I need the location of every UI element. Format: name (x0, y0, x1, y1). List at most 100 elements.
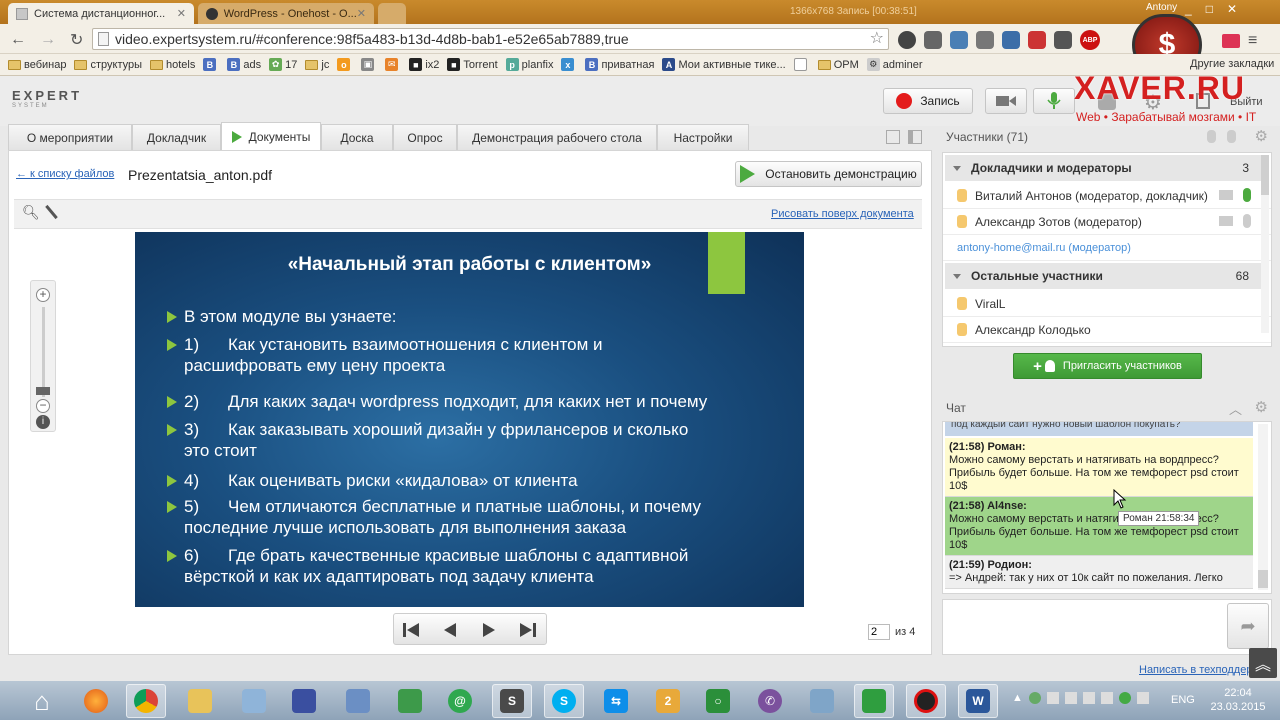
chat-settings-icon[interactable]: ⚙ (1255, 398, 1268, 416)
taskbar-app-badge[interactable]: 2 (648, 684, 688, 718)
adblock-icon[interactable]: ABP (1080, 30, 1100, 50)
cloud-extension-icon[interactable] (898, 31, 916, 49)
back-to-files-link[interactable]: ← к списку файлов (16, 168, 114, 180)
taskbar-sublime[interactable]: S (492, 684, 532, 718)
reload-icon[interactable]: ↻ (70, 30, 83, 50)
scrollbar-thumb[interactable] (1261, 155, 1269, 195)
participant-row[interactable]: Александр Колодько (943, 317, 1271, 343)
bookmark-img[interactable]: ▣ (361, 58, 377, 71)
chat-input[interactable] (942, 599, 1272, 655)
bookmark-opm[interactable]: OPM (817, 59, 859, 71)
browser-tab-conference[interactable]: Система дистанционног... ✕ (8, 3, 194, 24)
mic-icon[interactable] (1243, 214, 1251, 228)
share-extension-icon[interactable] (1002, 31, 1020, 49)
scroll-top-icon[interactable]: ︽ (1249, 648, 1277, 678)
tray-flag-icon[interactable] (1064, 692, 1077, 704)
participant-row[interactable]: Виталий Антонов (модератор, докладчик) (943, 183, 1271, 209)
zoom-out-icon[interactable]: − (36, 399, 50, 413)
invite-participants-button[interactable]: + Пригласить участников (1013, 353, 1202, 379)
taskbar-firefox[interactable] (76, 684, 116, 718)
participants-scrollbar[interactable] (1261, 155, 1269, 333)
taskbar-transfer[interactable] (390, 684, 430, 718)
tab-about-event[interactable]: О мероприятии (8, 124, 132, 150)
new-tab-button[interactable] (378, 3, 406, 24)
image-extension-icon[interactable] (1028, 31, 1046, 49)
keyboard-language[interactable]: ENG (1171, 694, 1195, 706)
record-button[interactable]: Запись (883, 88, 973, 114)
participant-row[interactable]: Александр Зотов (модератор) (943, 209, 1271, 235)
tab-documents[interactable]: Документы (221, 122, 321, 150)
tray-expand-icon[interactable]: ▲ (1012, 692, 1023, 704)
bookmark-torrent[interactable]: ■ Torrent (447, 58, 498, 71)
taskbar-skype[interactable]: S (544, 684, 584, 718)
collapse-chat-icon[interactable]: ︿ (1229, 399, 1242, 418)
bookmark-planfix[interactable]: p planfix (505, 58, 553, 71)
taskbar-save[interactable] (284, 684, 324, 718)
page-number-input[interactable] (868, 624, 890, 640)
maximize-button[interactable]: □ (1206, 2, 1213, 16)
taskbar-teamviewer[interactable]: ⇆ (596, 684, 636, 718)
taskbar-virtualbox[interactable] (234, 684, 274, 718)
tab-desktop-demo[interactable]: Демонстрация рабочего стола (457, 124, 657, 150)
tray-display-icon[interactable] (1046, 692, 1059, 704)
forward-arrow-icon[interactable]: → (40, 31, 56, 49)
zoom-handle[interactable] (36, 387, 50, 395)
clock[interactable]: 22:04 23.03.2015 (1202, 686, 1274, 714)
participants-settings-icon[interactable]: ⚙ (1255, 127, 1268, 145)
browser-tab-wordpress[interactable]: WordPress - Onehost - O... ✕ (198, 3, 374, 24)
draw-over-document-link[interactable]: Рисовать поверх документа (771, 208, 914, 220)
close-window-button[interactable]: ✕ (1227, 2, 1237, 16)
camera-icon[interactable] (1219, 190, 1233, 200)
tab-settings[interactable]: Настройки (657, 124, 749, 150)
others-group-header[interactable]: Остальные участники 68 (945, 263, 1269, 289)
speakers-group-header[interactable]: Докладчики и модераторы 3 (945, 155, 1269, 181)
tool-extension-icon[interactable] (976, 31, 994, 49)
close-tab-icon[interactable]: ✕ (357, 7, 366, 20)
tray-sync-icon[interactable] (1118, 692, 1131, 704)
download-extension-icon[interactable] (950, 31, 968, 49)
taskbar-network[interactable] (338, 684, 378, 718)
layout-single-icon[interactable] (886, 130, 900, 144)
bookmark-b1[interactable]: B (203, 58, 219, 71)
taskbar-tools[interactable] (802, 684, 842, 718)
bookmark-jc[interactable]: jc (305, 59, 329, 71)
bookmark-blank[interactable] (793, 58, 810, 71)
start-button[interactable]: ⌂ (22, 684, 62, 718)
mute-mic-icon[interactable] (1207, 130, 1216, 143)
taskbar-viber[interactable]: ✆ (750, 684, 790, 718)
bookmark-mail[interactable]: ✉ (385, 58, 401, 71)
microphone-toggle-button[interactable] (1033, 88, 1075, 114)
tab-speaker[interactable]: Докладчик (132, 124, 221, 150)
first-page-icon[interactable] (403, 622, 421, 638)
taskbar-word[interactable]: W (958, 684, 998, 718)
layout-split-icon[interactable] (908, 130, 922, 144)
mic-icon[interactable] (1227, 130, 1236, 143)
info-icon[interactable]: i (36, 415, 50, 429)
bookmark-ix2[interactable]: ■ ix2 (409, 58, 439, 71)
bookmark-structures[interactable]: структуры (74, 59, 142, 71)
bookmark-ads[interactable]: Bads (227, 58, 261, 71)
tray-battery-icon[interactable] (1136, 692, 1149, 704)
taskbar-evernote[interactable] (854, 684, 894, 718)
moderator-email-row[interactable]: antony-home@mail.ru (модератор) (943, 235, 1271, 261)
zoom-icon[interactable]: 🔍︎ (22, 204, 40, 221)
tab-board[interactable]: Доска (321, 124, 393, 150)
taskbar-ok[interactable]: ○ (698, 684, 738, 718)
tray-volume-icon[interactable] (1100, 692, 1113, 704)
bookmark-hotels[interactable]: hotels (150, 59, 195, 71)
star-bookmark-icon[interactable]: ☆ (870, 29, 884, 49)
scrollbar-thumb[interactable] (1258, 570, 1268, 588)
taskbar-explorer[interactable] (180, 684, 220, 718)
tray-app-icon[interactable] (1028, 692, 1041, 704)
mic-active-icon[interactable] (1243, 188, 1251, 202)
bookmark-adminer[interactable]: ⚙ adminer (866, 58, 923, 71)
bookmark-tickets[interactable]: A Мои активные тике... (662, 58, 786, 71)
prev-page-icon[interactable] (442, 622, 458, 638)
back-arrow-icon[interactable]: ← (10, 31, 26, 49)
tray-network-icon[interactable] (1082, 692, 1095, 704)
other-bookmarks[interactable]: Другие закладки (1190, 58, 1274, 70)
mail-icon[interactable] (1222, 34, 1240, 48)
next-page-icon[interactable] (481, 622, 497, 638)
menu-icon[interactable]: ≡ (1248, 32, 1257, 50)
tab-poll[interactable]: Опрос (393, 124, 457, 150)
